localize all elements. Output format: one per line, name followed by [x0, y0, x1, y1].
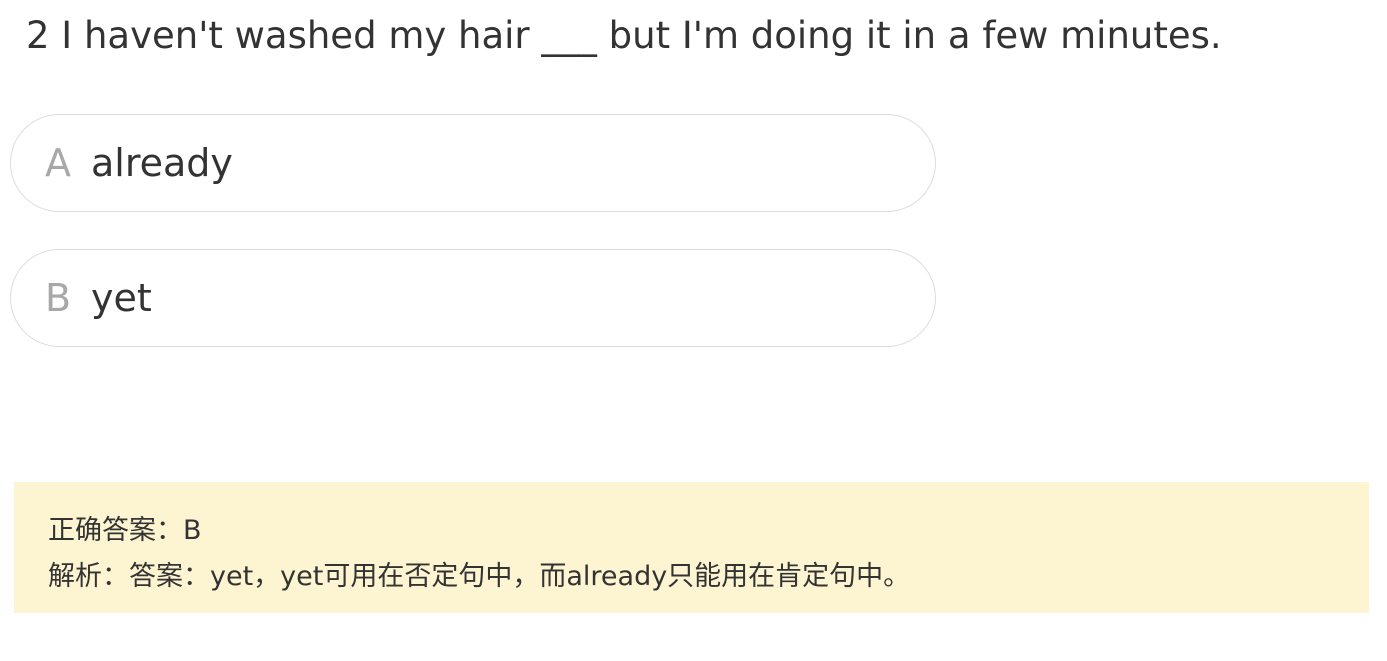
- option-b-letter: B: [45, 276, 72, 320]
- correct-answer-label: 正确答案：B: [48, 515, 202, 546]
- option-b[interactable]: B yet: [10, 249, 936, 347]
- answer-explanation-panel: 正确答案：B 解析：答案：yet，yet可用在否定句中，而already只能用在…: [14, 482, 1369, 613]
- option-a-letter: A: [45, 141, 71, 185]
- option-a[interactable]: A already: [10, 114, 936, 212]
- question-text: 2 I haven't washed my hair ___ but I'm d…: [26, 14, 1222, 57]
- option-b-text: yet: [91, 276, 152, 320]
- analysis-text: 解析：答案：yet，yet可用在否定句中，而already只能用在肯定句中。: [48, 561, 911, 592]
- option-a-text: already: [91, 141, 233, 185]
